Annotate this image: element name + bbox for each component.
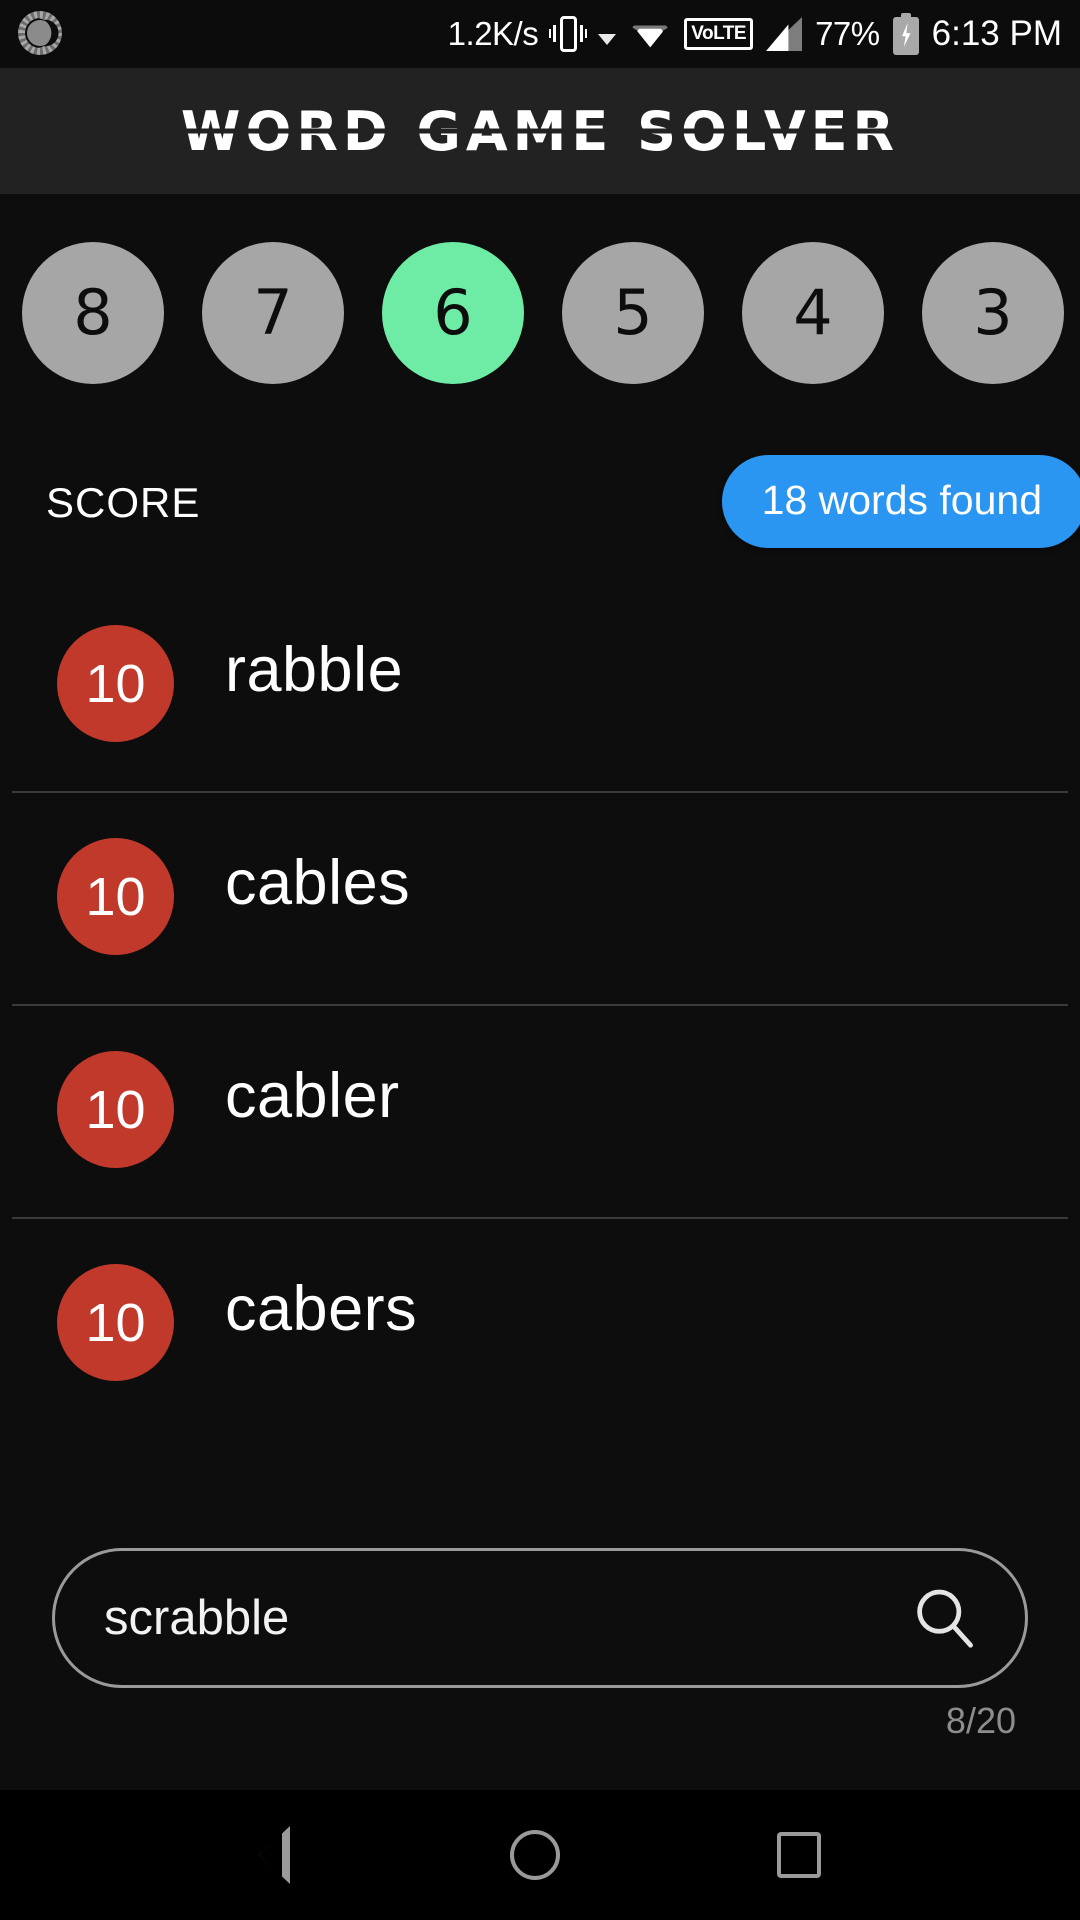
status-bar: 1.2K/s VoLTE 77% 6:13 PM: [0, 0, 1080, 68]
word-length-chip-4[interactable]: 4: [742, 241, 884, 384]
volte-icon: VoLTE: [684, 18, 754, 50]
app-title: WORD GAME SOLVER: [180, 99, 900, 163]
word-score-badge: 10: [57, 1051, 174, 1168]
search-icon[interactable]: [901, 1580, 987, 1656]
words-found-badge[interactable]: 18 words found: [721, 455, 1080, 548]
android-nav-bar: [0, 1790, 1080, 1920]
word-row[interactable]: 10 rabble: [0, 580, 1080, 793]
recents-icon[interactable]: [777, 1832, 822, 1878]
back-icon[interactable]: [258, 1826, 293, 1884]
word-score-badge: 10: [57, 1264, 174, 1381]
search-input[interactable]: scrabble: [52, 1548, 1028, 1688]
brightness-auto-icon: [18, 11, 62, 55]
word-length-chip-8[interactable]: 8: [22, 241, 164, 384]
word-length-chip-7[interactable]: 7: [202, 241, 344, 384]
word-label: rabble: [225, 635, 404, 705]
status-bar-left: [18, 11, 62, 55]
wifi-icon: [629, 18, 672, 50]
word-length-chip-row[interactable]: 876543: [0, 205, 1080, 420]
battery-percent-label: 77%: [815, 15, 880, 52]
word-row[interactable]: 10 cabler: [0, 1006, 1080, 1219]
word-length-chip-6[interactable]: 6: [382, 241, 524, 384]
vibrate-icon: [549, 14, 588, 54]
word-results-list[interactable]: 10 rabble 10 cables 10 cabler 10 cabers: [0, 580, 1080, 1432]
results-header: SCORE 18 words found: [0, 455, 1080, 565]
word-label: cables: [225, 848, 411, 918]
word-row[interactable]: 10 cables: [0, 793, 1080, 1006]
score-column-label: SCORE: [46, 479, 201, 526]
word-length-filter[interactable]: 876543: [0, 205, 1080, 420]
clock-label: 6:13 PM: [931, 14, 1062, 53]
phone-screen: 1.2K/s VoLTE 77% 6:13 PM WORD GAME SOLVE…: [0, 0, 1080, 1920]
home-icon[interactable]: [509, 1830, 560, 1880]
word-label: cabler: [225, 1061, 400, 1131]
search-input-value[interactable]: scrabble: [104, 1590, 901, 1646]
search-section: scrabble 8/20: [0, 1548, 1080, 1741]
network-speed-label: 1.2K/s: [447, 15, 539, 52]
character-counter: 8/20: [945, 1700, 1016, 1741]
app-bar: WORD GAME SOLVER: [0, 68, 1080, 194]
chevron-down-icon: [598, 33, 617, 45]
signal-bars-icon: [766, 17, 803, 51]
word-score-badge: 10: [57, 625, 174, 742]
word-length-chip-3[interactable]: 3: [922, 241, 1064, 384]
word-length-chip-5[interactable]: 5: [562, 241, 704, 384]
word-label: cabers: [225, 1274, 418, 1344]
word-score-badge: 10: [57, 838, 174, 955]
word-row[interactable]: 10 cabers: [0, 1219, 1080, 1432]
status-bar-right: 1.2K/s VoLTE 77% 6:13 PM: [448, 0, 1062, 68]
battery-charging-icon: [892, 13, 919, 55]
